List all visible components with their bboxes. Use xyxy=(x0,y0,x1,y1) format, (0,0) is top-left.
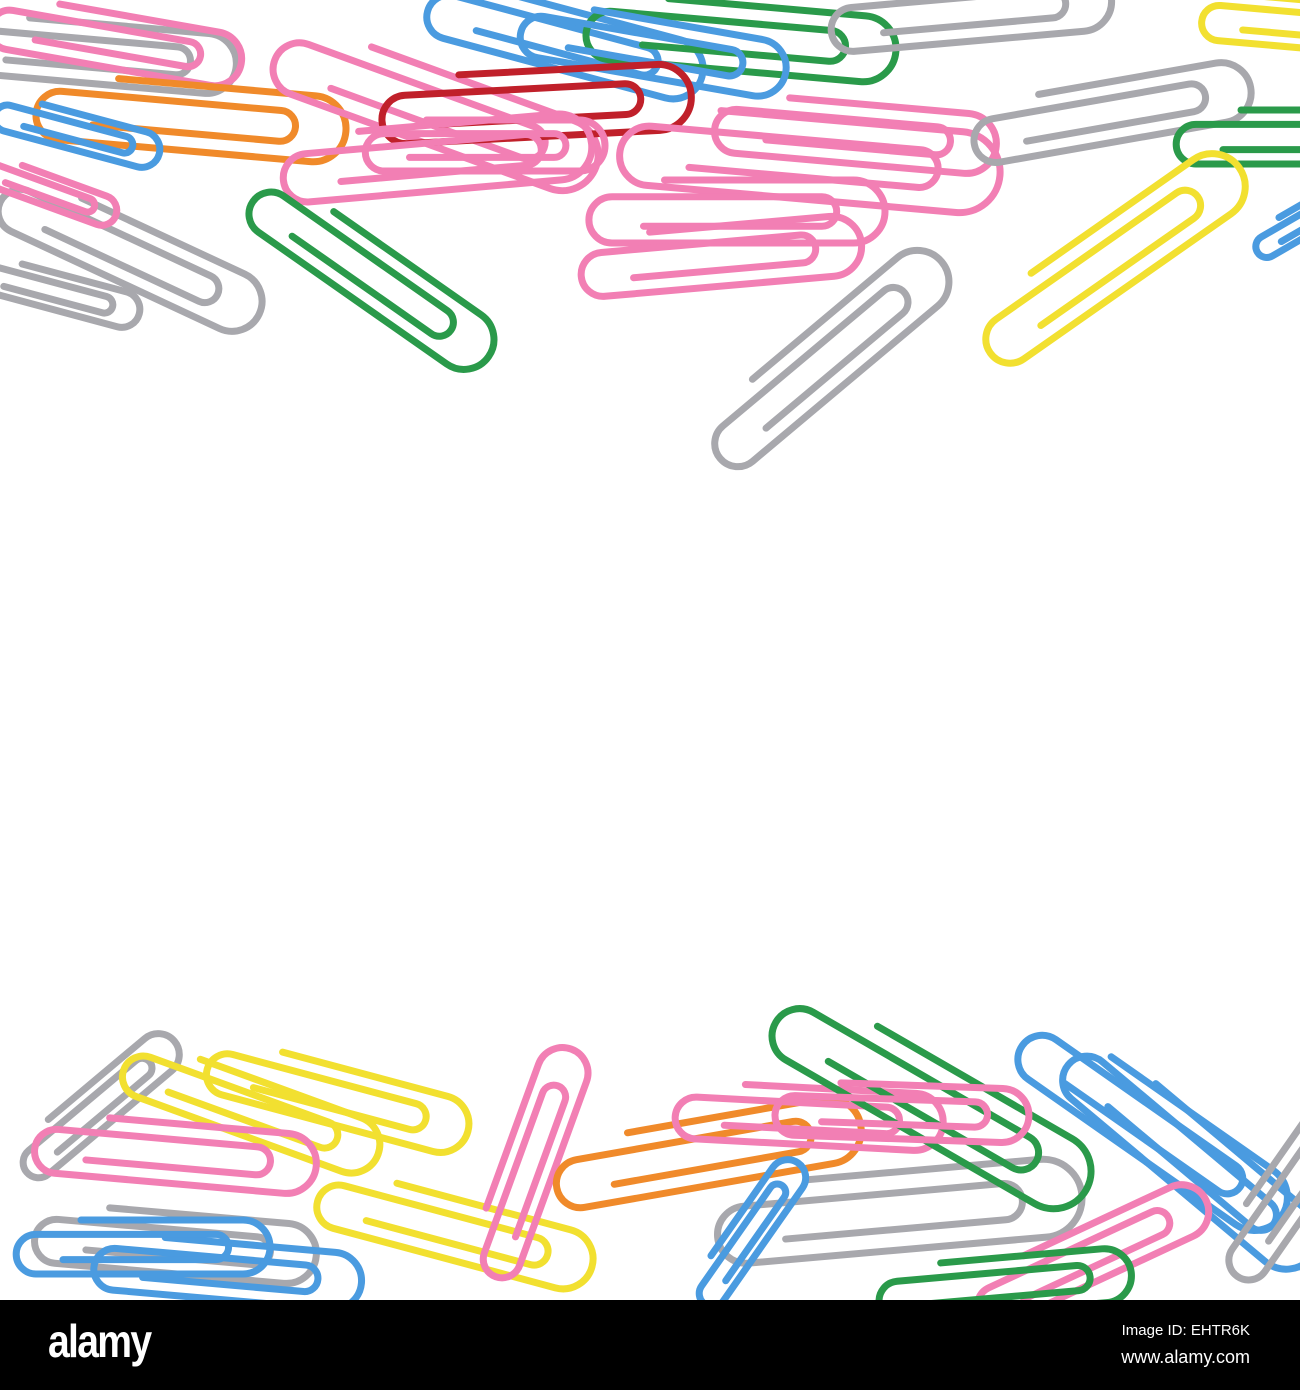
blue-paperclip xyxy=(0,93,164,172)
image-id: Image ID: EHTR6K xyxy=(1121,1322,1250,1339)
silver-paperclip xyxy=(968,58,1256,166)
orange-paperclip xyxy=(549,1093,866,1212)
watermark-meta: Image ID: EHTR6K www.alamy.com xyxy=(1121,1322,1250,1368)
green-paperclip xyxy=(876,1246,1134,1300)
pink-paperclip xyxy=(589,180,885,243)
blue-paperclip xyxy=(686,1153,813,1300)
green-paperclip xyxy=(240,170,505,381)
silver-paperclip xyxy=(828,0,1114,53)
alamy-logo: alamy xyxy=(48,1315,152,1367)
watermark-bar: alamy Image ID: EHTR6K www.alamy.com xyxy=(0,1300,1300,1390)
stock-photo: alamy Image ID: EHTR6K www.alamy.com xyxy=(0,0,1300,1390)
yellow-paperclip xyxy=(966,141,1258,373)
paperclips-photo xyxy=(0,0,1300,1300)
site-url: www.alamy.com xyxy=(1121,1347,1250,1367)
blue-paperclip xyxy=(1248,165,1300,261)
yellow-paperclip xyxy=(1200,0,1300,59)
